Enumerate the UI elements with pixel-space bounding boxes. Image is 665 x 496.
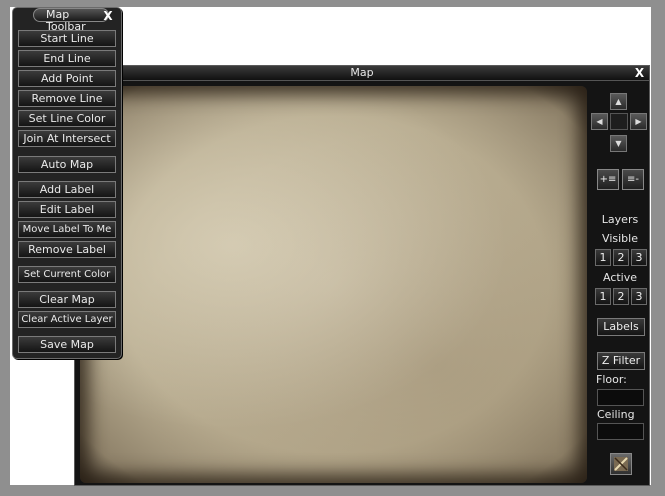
map-close-button[interactable]: X [633, 67, 646, 80]
map-toolbar-window: Map Toolbar X Start Line End Line Add Po… [12, 7, 122, 359]
add-point-button[interactable]: Add Point [18, 70, 116, 87]
zoom-in-icon: +≡ [599, 174, 617, 185]
zfilter-button[interactable]: Z Filter [597, 352, 645, 370]
triangle-left-icon: ◀ [596, 117, 603, 126]
start-line-button[interactable]: Start Line [18, 30, 116, 47]
layers-label: Layers [601, 213, 639, 226]
triangle-right-icon: ▶ [635, 117, 642, 126]
labels-button[interactable]: Labels [597, 318, 645, 336]
floor-input[interactable] [597, 389, 644, 406]
move-label-to-me-button[interactable]: Move Label To Me [18, 221, 116, 238]
visible-layer-1[interactable]: 1 [595, 249, 611, 266]
map-window: Map X ▲ ◀ ▶ ▼ +≡ ≡- Layers Visible 1 2 3… [74, 65, 650, 486]
save-map-button[interactable]: Save Map [18, 336, 116, 353]
clear-map-button[interactable]: Clear Map [18, 291, 116, 308]
toolbar-title[interactable]: Map Toolbar [33, 8, 109, 33]
triangle-up-icon: ▲ [615, 97, 622, 106]
visible-layer-3[interactable]: 3 [631, 249, 647, 266]
map-titlebar[interactable]: Map X [75, 66, 649, 81]
remove-label-button[interactable]: Remove Label [18, 241, 116, 258]
zoom-out-button[interactable]: ≡- [622, 169, 644, 190]
pan-down-button[interactable]: ▼ [610, 135, 627, 152]
edit-label-button[interactable]: Edit Label [18, 201, 116, 218]
remove-line-button[interactable]: Remove Line [18, 90, 116, 107]
active-layer-2[interactable]: 2 [613, 288, 629, 305]
ceiling-input[interactable] [597, 423, 644, 440]
set-line-color-button[interactable]: Set Line Color [18, 110, 116, 127]
floor-label: Floor: [596, 373, 627, 386]
pan-center [610, 113, 628, 130]
visible-layer-2[interactable]: 2 [613, 249, 629, 266]
map-title: Map [350, 66, 374, 79]
auto-map-button[interactable]: Auto Map [18, 156, 116, 173]
join-at-intersect-button[interactable]: Join At Intersect [18, 130, 116, 147]
pan-left-button[interactable]: ◀ [591, 113, 608, 130]
zoom-in-button[interactable]: +≡ [597, 169, 619, 190]
zoom-out-icon: ≡- [627, 174, 639, 185]
add-label-button[interactable]: Add Label [18, 181, 116, 198]
active-layer-1[interactable]: 1 [595, 288, 611, 305]
pan-up-button[interactable]: ▲ [610, 93, 627, 110]
sketch-button[interactable] [610, 453, 632, 475]
pan-right-button[interactable]: ▶ [630, 113, 647, 130]
sketch-icon [614, 457, 628, 471]
active-layer-3[interactable]: 3 [631, 288, 647, 305]
end-line-button[interactable]: End Line [18, 50, 116, 67]
clear-active-layer-button[interactable]: Clear Active Layer [18, 311, 116, 328]
set-current-color-button[interactable]: Set Current Color [18, 266, 116, 283]
map-canvas[interactable] [80, 86, 587, 483]
toolbar-close-button[interactable]: X [101, 8, 115, 23]
triangle-down-icon: ▼ [615, 139, 622, 148]
active-label: Active [602, 271, 638, 284]
ceiling-label: Ceiling [597, 408, 635, 421]
visible-label: Visible [602, 232, 638, 245]
